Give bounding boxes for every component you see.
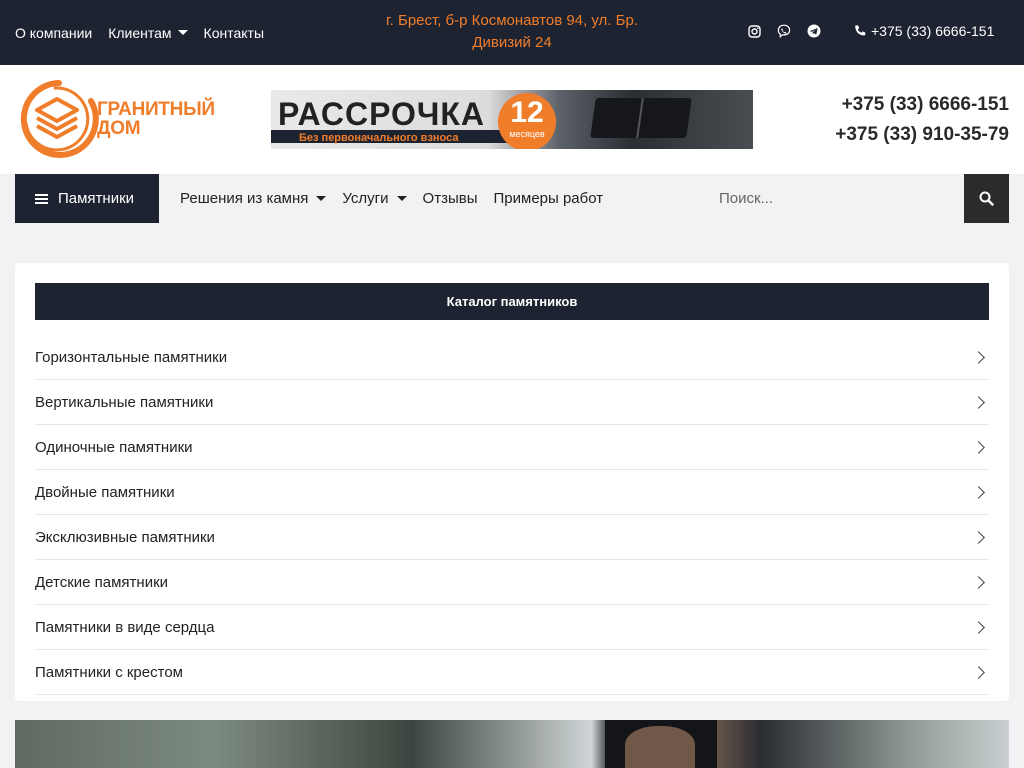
search-input[interactable] <box>709 174 964 223</box>
nav-stone-solutions[interactable]: Решения из камня <box>180 190 327 207</box>
nav-works[interactable]: Примеры работ <box>494 190 604 207</box>
nav-links: Решения из камня Услуги Отзывы Примеры р… <box>180 174 603 223</box>
telegram-icon[interactable] <box>806 23 822 39</box>
chevron-right-icon <box>972 395 985 409</box>
catalog-item-label: Детские памятники <box>35 573 169 591</box>
catalog-item[interactable]: Эксклюзивные памятники <box>35 515 989 560</box>
top-nav-clients[interactable]: Клиентам <box>108 24 188 41</box>
chevron-right-icon <box>972 485 985 499</box>
catalog-menu-label: Памятники <box>58 190 135 207</box>
catalog-item[interactable]: Двойные памятники <box>35 470 989 515</box>
logo-icon <box>20 80 99 158</box>
catalog-item-label: Вертикальные памятники <box>35 393 214 411</box>
chevron-right-icon <box>972 620 985 634</box>
banner-number: 12 <box>510 96 544 129</box>
catalog-item[interactable]: Вертикальные памятники <box>35 380 989 425</box>
catalog-item[interactable]: Детские памятники <box>35 560 989 605</box>
top-nav-clients-label: Клиентам <box>108 24 172 41</box>
search-button[interactable] <box>964 174 1009 223</box>
catalog-item-label: Памятники в виде сердца <box>35 618 215 636</box>
social-links <box>746 23 822 39</box>
chevron-right-icon <box>972 530 985 544</box>
header-phone-2[interactable]: +375 (33) 910-35-79 <box>835 120 1009 150</box>
catalog-item[interactable]: Памятники с крестом <box>35 650 989 695</box>
viber-icon[interactable] <box>776 23 792 39</box>
catalog-item-label: Горизонтальные памятники <box>35 348 228 366</box>
site-header: ГРАНИТНЫЙ ДОМ РАССРОЧКА Без первоначальн… <box>0 65 1024 174</box>
logo-line-1: ГРАНИТНЫЙ <box>97 99 215 120</box>
hero-photo <box>15 720 1009 768</box>
installment-banner[interactable]: РАССРОЧКА Без первоначального взноса 12 … <box>271 90 753 149</box>
nav-stone-solutions-label: Решения из камня <box>180 190 309 207</box>
nav-services-label: Услуги <box>342 190 389 207</box>
phone-icon <box>855 25 866 36</box>
caret-down-icon <box>177 30 188 35</box>
banner-title: РАССРОЧКА <box>278 96 485 132</box>
nav-services[interactable]: Услуги <box>342 190 407 207</box>
search-bar <box>709 174 1009 223</box>
catalog-item[interactable]: Памятники в виде сердца <box>35 605 989 650</box>
top-nav: О компании Клиентам Контакты <box>15 25 264 41</box>
logo-line-2: ДОМ <box>97 118 141 139</box>
catalog-item[interactable]: Горизонтальные памятники <box>35 335 989 380</box>
main-nav: Памятники Решения из камня Услуги Отзывы… <box>0 174 1024 223</box>
header-phone-1[interactable]: +375 (33) 6666-151 <box>835 90 1009 120</box>
top-bar: О компании Клиентам Контакты г. Брест, б… <box>0 0 1024 65</box>
catalog-list: Горизонтальные памятники Вертикальные па… <box>35 335 989 695</box>
caret-down-icon <box>396 196 407 201</box>
top-nav-contacts-label: Контакты <box>203 24 265 41</box>
top-nav-contacts[interactable]: Контакты <box>204 25 264 41</box>
banner-subtitle: Без первоначального взноса <box>299 132 459 144</box>
caret-down-icon <box>316 196 327 201</box>
chevron-right-icon <box>972 350 985 364</box>
chevron-right-icon <box>972 665 985 679</box>
header-phones: +375 (33) 6666-151 +375 (33) 910-35-79 <box>835 90 1009 150</box>
catalog-item-label: Памятники с крестом <box>35 663 183 681</box>
nav-works-label: Примеры работ <box>493 190 604 207</box>
top-nav-about[interactable]: О компании <box>15 25 92 41</box>
banner-months-badge: 12 месяцев <box>498 93 556 149</box>
catalog-menu-button[interactable]: Памятники <box>15 174 159 223</box>
address: г. Брест, б-р Космонавтов 94, ул. Бр. Ди… <box>386 12 638 51</box>
catalog-title: Каталог памятников <box>35 283 989 320</box>
top-nav-about-label: О компании <box>15 24 93 41</box>
logo[interactable]: ГРАНИТНЫЙ ДОМ <box>15 79 215 159</box>
chevron-right-icon <box>972 575 985 589</box>
nav-reviews[interactable]: Отзывы <box>423 190 478 207</box>
search-icon <box>979 191 994 206</box>
banner-stone-book <box>590 98 692 138</box>
banner-unit: месяцев <box>509 129 545 139</box>
instagram-icon[interactable] <box>746 23 762 39</box>
logo-text: ГРАНИТНЫЙ ДОМ <box>97 100 215 138</box>
chevron-right-icon <box>972 440 985 454</box>
catalog-item-label: Эксклюзивные памятники <box>35 528 215 546</box>
nav-reviews-label: Отзывы <box>422 190 478 207</box>
photo-portrait <box>625 726 695 768</box>
top-phone-label: +375 (33) 6666-151 <box>871 23 995 39</box>
hamburger-icon <box>35 193 48 204</box>
catalog-panel: Каталог памятников Горизонтальные памятн… <box>15 263 1009 701</box>
catalog-item-label: Двойные памятники <box>35 483 175 501</box>
top-phone-link[interactable]: +375 (33) 6666-151 <box>853 23 994 39</box>
catalog-item-label: Одиночные памятники <box>35 438 193 456</box>
catalog-item[interactable]: Одиночные памятники <box>35 425 989 470</box>
